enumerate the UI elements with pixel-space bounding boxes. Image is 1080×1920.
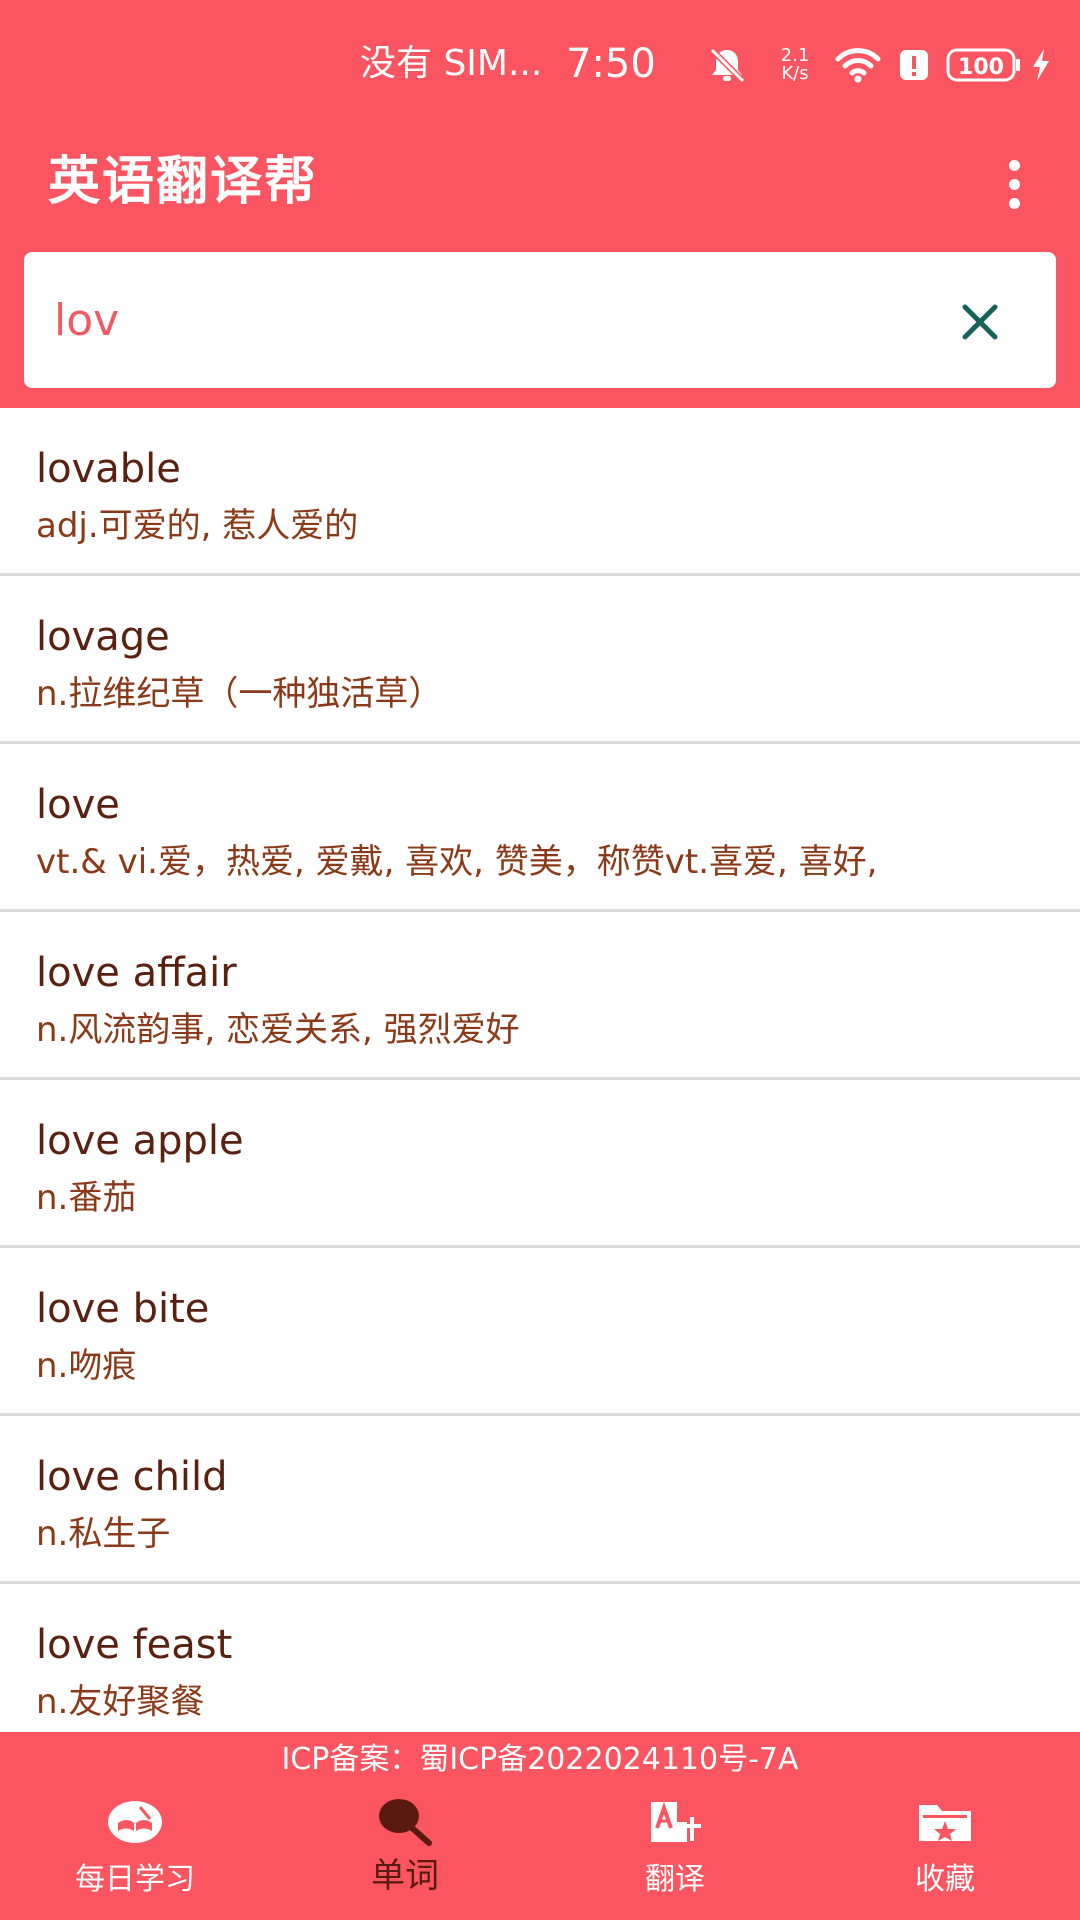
header-area: 没有 SIM... 7:50 2.1 K/s 100 英语翻译帮 lov — [0, 0, 1080, 408]
clock: 7:50 — [566, 41, 656, 87]
word-meaning: n.风流韵事, 恋爱关系, 强烈爱好 — [36, 1010, 520, 1050]
search-icon — [373, 1796, 437, 1848]
app-title: 英语翻译帮 — [48, 152, 319, 212]
word-list-item[interactable]: love bite n.吻痕 — [0, 1248, 1080, 1416]
alert-icon — [898, 47, 930, 83]
word-list-item[interactable]: lovable adj.可爱的, 惹人爱的 — [0, 408, 1080, 576]
word-meaning: n.友好聚餐 — [36, 1682, 205, 1722]
battery-level: 100 — [958, 55, 1004, 80]
word-text: love child — [36, 1454, 228, 1500]
word-meaning: n.私生子 — [36, 1514, 171, 1554]
word-list-item[interactable]: love apple n.番茄 — [0, 1080, 1080, 1248]
nav-item-favorites[interactable]: 收藏 — [810, 1788, 1080, 1920]
clear-search-button[interactable] — [952, 294, 1008, 350]
word-list: lovable adj.可爱的, 惹人爱的 lovage n.拉维纪草（一种独活… — [0, 408, 1080, 1732]
word-list-item[interactable]: love affair n.风流韵事, 恋爱关系, 强烈爱好 — [0, 912, 1080, 1080]
carrier-label: 没有 SIM... — [360, 43, 543, 84]
nav-label: 翻译 — [645, 1862, 705, 1897]
word-list-item[interactable]: lovage n.拉维纪草（一种独活草） — [0, 576, 1080, 744]
nav-item-daily-study[interactable]: 每日学习 — [0, 1788, 270, 1920]
word-text: love bite — [36, 1286, 210, 1332]
word-text: love apple — [36, 1118, 244, 1164]
wifi-icon — [834, 45, 882, 85]
close-icon — [962, 304, 998, 340]
status-bar: 没有 SIM... 7:50 2.1 K/s 100 — [0, 0, 1080, 128]
app-bar: 英语翻译帮 — [0, 128, 1080, 240]
nav-item-translate[interactable]: 翻译 — [540, 1788, 810, 1920]
word-list-item[interactable]: love feast n.友好聚餐 — [0, 1584, 1080, 1732]
bell-muted-icon — [706, 44, 748, 86]
word-meaning: n.吻痕 — [36, 1346, 137, 1386]
bottom-area: ICP备案：蜀ICP备2022024110号-7A 每日学习 单词 翻译 收藏 — [0, 1732, 1080, 1920]
word-list-item[interactable]: love child n.私生子 — [0, 1416, 1080, 1584]
word-list-item[interactable]: love vt.& vi.爱，热爱, 爱戴, 喜欢, 赞美，称赞vt.喜爱, 喜… — [0, 744, 1080, 912]
word-meaning: n.拉维纪草（一种独活草） — [36, 674, 443, 714]
word-text: lovable — [36, 446, 181, 492]
translate-icon — [643, 1796, 707, 1848]
search-box — [24, 252, 1056, 388]
bottom-nav: 每日学习 单词 翻译 收藏 — [0, 1788, 1080, 1920]
screen: 没有 SIM... 7:50 2.1 K/s 100 英语翻译帮 lov lov… — [0, 0, 1080, 1920]
nav-label: 收藏 — [915, 1862, 975, 1897]
charging-bolt-icon — [1030, 47, 1052, 83]
word-meaning: vt.& vi.爱，热爱, 爱戴, 喜欢, 赞美，称赞vt.喜爱, 喜好, — [36, 842, 878, 882]
word-meaning: adj.可爱的, 惹人爱的 — [36, 506, 359, 546]
word-meaning: n.番茄 — [36, 1178, 137, 1218]
search-input[interactable] — [54, 282, 904, 358]
nav-label: 每日学习 — [75, 1862, 195, 1897]
net-speed: 2.1 K/s — [770, 47, 820, 83]
word-text: love affair — [36, 950, 237, 996]
icp-notice[interactable]: ICP备案：蜀ICP备2022024110号-7A — [0, 1738, 1080, 1782]
nav-label: 单词 — [371, 1856, 439, 1896]
status-icons: 2.1 K/s 100 — [706, 40, 1052, 90]
word-text: lovage — [36, 614, 170, 660]
folder-star-icon — [913, 1796, 977, 1848]
book-icon — [103, 1796, 167, 1848]
overflow-menu-icon[interactable] — [990, 148, 1038, 220]
net-speed-unit: K/s — [781, 63, 809, 84]
nav-item-words[interactable]: 单词 — [270, 1788, 540, 1920]
word-text: love feast — [36, 1622, 233, 1668]
battery-icon: 100 — [946, 47, 1022, 83]
word-text: love — [36, 782, 120, 828]
